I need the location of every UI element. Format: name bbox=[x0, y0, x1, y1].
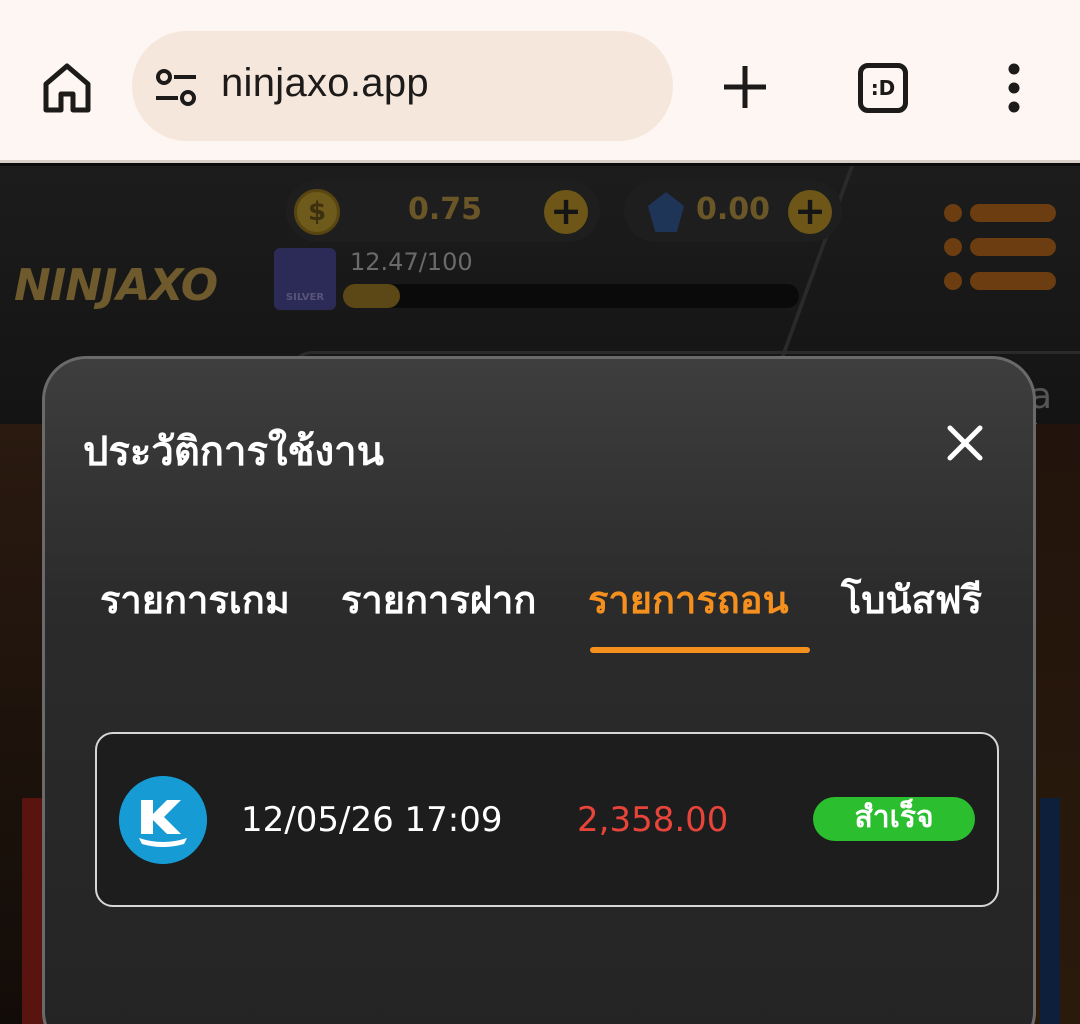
add-gem-button[interactable]: + bbox=[788, 190, 832, 234]
coin-balance: 0.75 bbox=[408, 192, 483, 227]
hamburger-menu-icon[interactable] bbox=[940, 202, 1058, 292]
browser-toolbar: ninjaxo.app :D bbox=[0, 0, 1080, 163]
rank-badge-icon: SILVER bbox=[274, 248, 336, 310]
gem-balance-pill: 0.00 + bbox=[624, 180, 842, 242]
gem-balance: 0.00 bbox=[696, 192, 771, 227]
site-logo[interactable]: NINJAXO bbox=[14, 260, 218, 311]
rank-label: SILVER bbox=[285, 292, 325, 303]
tab-free-bonus[interactable]: โบนัสฟรี bbox=[841, 569, 982, 630]
active-tab-indicator bbox=[590, 647, 810, 653]
home-icon[interactable] bbox=[38, 58, 96, 116]
modal-title: ประวัติการใช้งาน bbox=[83, 429, 384, 475]
tab-game-history[interactable]: รายการเกม bbox=[100, 569, 290, 630]
history-modal: ประวัติการใช้งาน รายการเกม รายการฝาก ราย… bbox=[42, 356, 1036, 1024]
xp-progress-fill bbox=[343, 284, 400, 308]
kbank-icon bbox=[119, 776, 207, 864]
xp-progress-bar bbox=[343, 284, 799, 308]
xp-text: 12.47/100 bbox=[350, 248, 473, 276]
gem-icon bbox=[648, 192, 684, 232]
more-options-icon[interactable] bbox=[1006, 63, 1022, 113]
tab-withdraw-history[interactable]: รายการถอน bbox=[588, 569, 789, 630]
url-text[interactable]: ninjaxo.app bbox=[221, 61, 429, 106]
history-tabs: รายการเกม รายการฝาก รายการถอน โบนัสฟรี bbox=[45, 569, 1039, 659]
coin-icon: $ bbox=[294, 189, 340, 235]
coin-balance-pill: $ 0.75 + bbox=[286, 180, 600, 242]
transaction-amount: 2,358.00 bbox=[577, 800, 729, 840]
new-tab-icon[interactable] bbox=[720, 62, 770, 112]
transaction-datetime: 12/05/26 17:09 bbox=[241, 800, 503, 840]
tab-deposit-history[interactable]: รายการฝาก bbox=[341, 569, 536, 630]
site-settings-icon[interactable] bbox=[154, 68, 198, 108]
transaction-row[interactable]: 12/05/26 17:09 2,358.00 สำเร็จ bbox=[95, 732, 999, 907]
tab-count: :D bbox=[870, 76, 896, 100]
bg-card-right bbox=[1040, 798, 1060, 1024]
close-icon[interactable] bbox=[947, 425, 983, 461]
add-coin-button[interactable]: + bbox=[544, 190, 588, 234]
status-badge: สำเร็จ bbox=[813, 797, 975, 841]
tab-switcher-button[interactable]: :D bbox=[858, 63, 908, 113]
address-bar[interactable]: ninjaxo.app bbox=[132, 31, 673, 141]
